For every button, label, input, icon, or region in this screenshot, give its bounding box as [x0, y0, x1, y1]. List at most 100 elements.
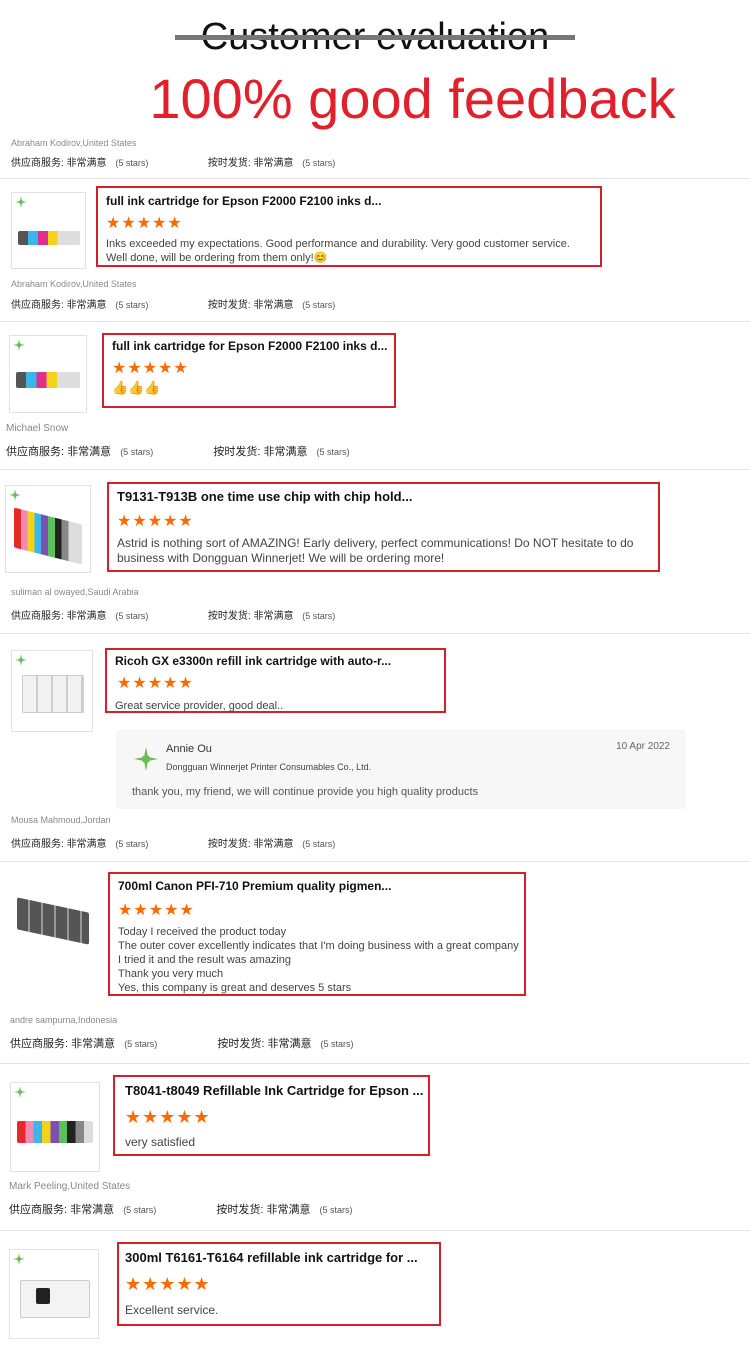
rating-row: 供应商服务: 非常满意 (5 stars) 按时发货: 非常满意 (5 star…: [11, 154, 335, 169]
review-card: full ink cartridge for Epson F2000 F2100…: [102, 333, 396, 408]
logo-icon: [15, 196, 27, 208]
review-text-line: Today I received the product today: [118, 926, 287, 938]
logo-icon: [9, 489, 21, 501]
product-title-link[interactable]: T9131-T913B one time use chip with chip …: [117, 489, 412, 504]
buyer-name: Mousa Mahmoud,Jordan: [11, 815, 111, 825]
supplier-stars: (5 stars): [115, 839, 149, 849]
ontime-label: 按时发货:: [217, 1038, 265, 1050]
review-text: Great service provider, good deal..: [115, 700, 284, 712]
ontime-stars: (5 stars): [302, 611, 336, 621]
divider: [0, 469, 750, 470]
product-title-link[interactable]: full ink cartridge for Epson F2000 F2100…: [112, 339, 387, 353]
review-card: 700ml Canon PFI-710 Premium quality pigm…: [108, 872, 526, 996]
reply-date: 10 Apr 2022: [616, 741, 670, 752]
product-title-link[interactable]: 300ml T6161-T6164 refillable ink cartrid…: [125, 1250, 418, 1265]
ontime-stars: (5 stars): [319, 1205, 353, 1215]
logo-icon: [13, 339, 25, 351]
supplier-value: 非常满意: [66, 158, 107, 169]
ontime-stars: (5 stars): [302, 158, 336, 168]
supplier-label: 供应商服务:: [11, 611, 64, 622]
review-stars: ★★★★★: [112, 360, 189, 377]
review-card: T9131-T913B one time use chip with chip …: [107, 482, 660, 572]
ontime-value: 非常满意: [253, 300, 294, 311]
divider: [0, 1230, 750, 1231]
ontime-stars: (5 stars): [302, 839, 336, 849]
buyer-name: Abraham Kodirov,United States: [11, 138, 137, 148]
review-text-line: Thank you very much: [118, 968, 224, 980]
supplier-label: 供应商服务:: [9, 1204, 68, 1216]
logo-icon: [14, 1086, 26, 1098]
rating-row: 供应商服务: 非常满意 (5 stars) 按时发货: 非常满意 (5 star…: [11, 607, 335, 622]
supplier-stars: (5 stars): [124, 1039, 158, 1049]
review-stars: ★★★★★: [118, 902, 195, 919]
supplier-value: 非常满意: [66, 839, 107, 850]
product-thumbnail[interactable]: [10, 1082, 100, 1172]
supplier-label: 供应商服务:: [11, 300, 64, 311]
ontime-label: 按时发货:: [216, 1204, 264, 1216]
supplier-stars: (5 stars): [115, 611, 149, 621]
product-title-link[interactable]: T8041-t8049 Refillable Ink Cartridge for…: [125, 1083, 423, 1098]
ontime-label: 按时发货:: [207, 839, 251, 850]
review-stars: ★★★★★: [106, 215, 183, 232]
ontime-stars: (5 stars): [302, 300, 336, 310]
review-card: Ricoh GX e3300n refill ink cartridge wit…: [105, 648, 446, 713]
ontime-value: 非常满意: [253, 158, 294, 169]
review-stars: ★★★★★: [125, 1107, 211, 1127]
rating-row: 供应商服务: 非常满意 (5 stars) 按时发货: 非常满意 (5 star…: [11, 835, 335, 850]
review-text: Today I received the product today The o…: [118, 925, 524, 995]
review-stars: ★★★★★: [125, 1274, 211, 1294]
review-stars: ★★★★★: [117, 513, 194, 530]
supplier-label: 供应商服务:: [6, 446, 65, 458]
review-card: T8041-t8049 Refillable Ink Cartridge for…: [113, 1075, 430, 1156]
supplier-stars: (5 stars): [115, 300, 149, 310]
seller-logo-icon: [134, 747, 158, 771]
product-thumbnail[interactable]: [11, 192, 86, 269]
product-thumbnail[interactable]: [10, 878, 94, 964]
divider: [0, 633, 750, 634]
supplier-value: 非常满意: [70, 1204, 115, 1216]
product-title-link[interactable]: 700ml Canon PFI-710 Premium quality pigm…: [118, 879, 391, 893]
page-subtitle: 100% good feedback: [149, 67, 676, 130]
supplier-stars: (5 stars): [123, 1205, 157, 1215]
product-title-link[interactable]: Ricoh GX e3300n refill ink cartridge wit…: [115, 654, 391, 668]
ontime-label: 按时发货:: [213, 446, 261, 458]
review-card: full ink cartridge for Epson F2000 F2100…: [96, 186, 602, 267]
rating-row: 供应商服务: 非常满意 (5 stars) 按时发货: 非常满意 (5 star…: [6, 443, 350, 459]
divider: [0, 1063, 750, 1064]
ontime-stars: (5 stars): [316, 447, 350, 457]
product-thumbnail[interactable]: [9, 335, 87, 413]
supplier-value: 非常满意: [66, 300, 107, 311]
rating-row: 供应商服务: 非常满意 (5 stars) 按时发货: 非常满意 (5 star…: [9, 1201, 353, 1217]
product-thumbnail[interactable]: [9, 1249, 99, 1339]
supplier-stars: (5 stars): [115, 158, 149, 168]
review-text: very satisfied: [125, 1135, 196, 1149]
buyer-name: andre sampurna,Indonesia: [10, 1015, 118, 1025]
supplier-label: 供应商服务:: [11, 158, 64, 169]
review-text-line: The outer cover excellently indicates th…: [118, 940, 519, 952]
supplier-label: 供应商服务:: [11, 839, 64, 850]
seller-reply: Annie Ou Dongguan Winnerjet Printer Cons…: [116, 729, 686, 809]
logo-icon: [15, 654, 27, 666]
review-text-line: I tried it and the result was amazing: [118, 954, 292, 966]
review-text: Inks exceeded my expectations. Good perf…: [106, 238, 570, 264]
ontime-label: 按时发货:: [207, 300, 251, 311]
seller-company: Dongguan Winnerjet Printer Consumables C…: [166, 762, 372, 772]
ontime-label: 按时发货:: [207, 158, 251, 169]
title-strike-line: [175, 35, 575, 40]
review-text-line: Yes, this company is great and deserves …: [118, 982, 352, 994]
product-title-link[interactable]: full ink cartridge for Epson F2000 F2100…: [106, 194, 381, 208]
buyer-name: Mark Peeling,United States: [9, 1181, 131, 1192]
seller-name: Annie Ou: [166, 743, 212, 755]
divider: [0, 321, 750, 322]
rating-row: 供应商服务: 非常满意 (5 stars) 按时发货: 非常满意 (5 star…: [11, 296, 335, 311]
buyer-name: Abraham Kodirov,United States: [11, 279, 137, 289]
buyer-name: suliman al owayed,Saudi Arabia: [11, 587, 139, 597]
ontime-value: 非常满意: [263, 446, 308, 458]
product-thumbnail[interactable]: [11, 650, 93, 732]
divider: [0, 178, 750, 179]
ontime-value: 非常满意: [266, 1204, 311, 1216]
supplier-stars: (5 stars): [120, 447, 154, 457]
product-thumbnail[interactable]: [5, 485, 91, 573]
review-stars: ★★★★★: [117, 675, 194, 692]
review-text: Excellent service.: [125, 1303, 219, 1317]
